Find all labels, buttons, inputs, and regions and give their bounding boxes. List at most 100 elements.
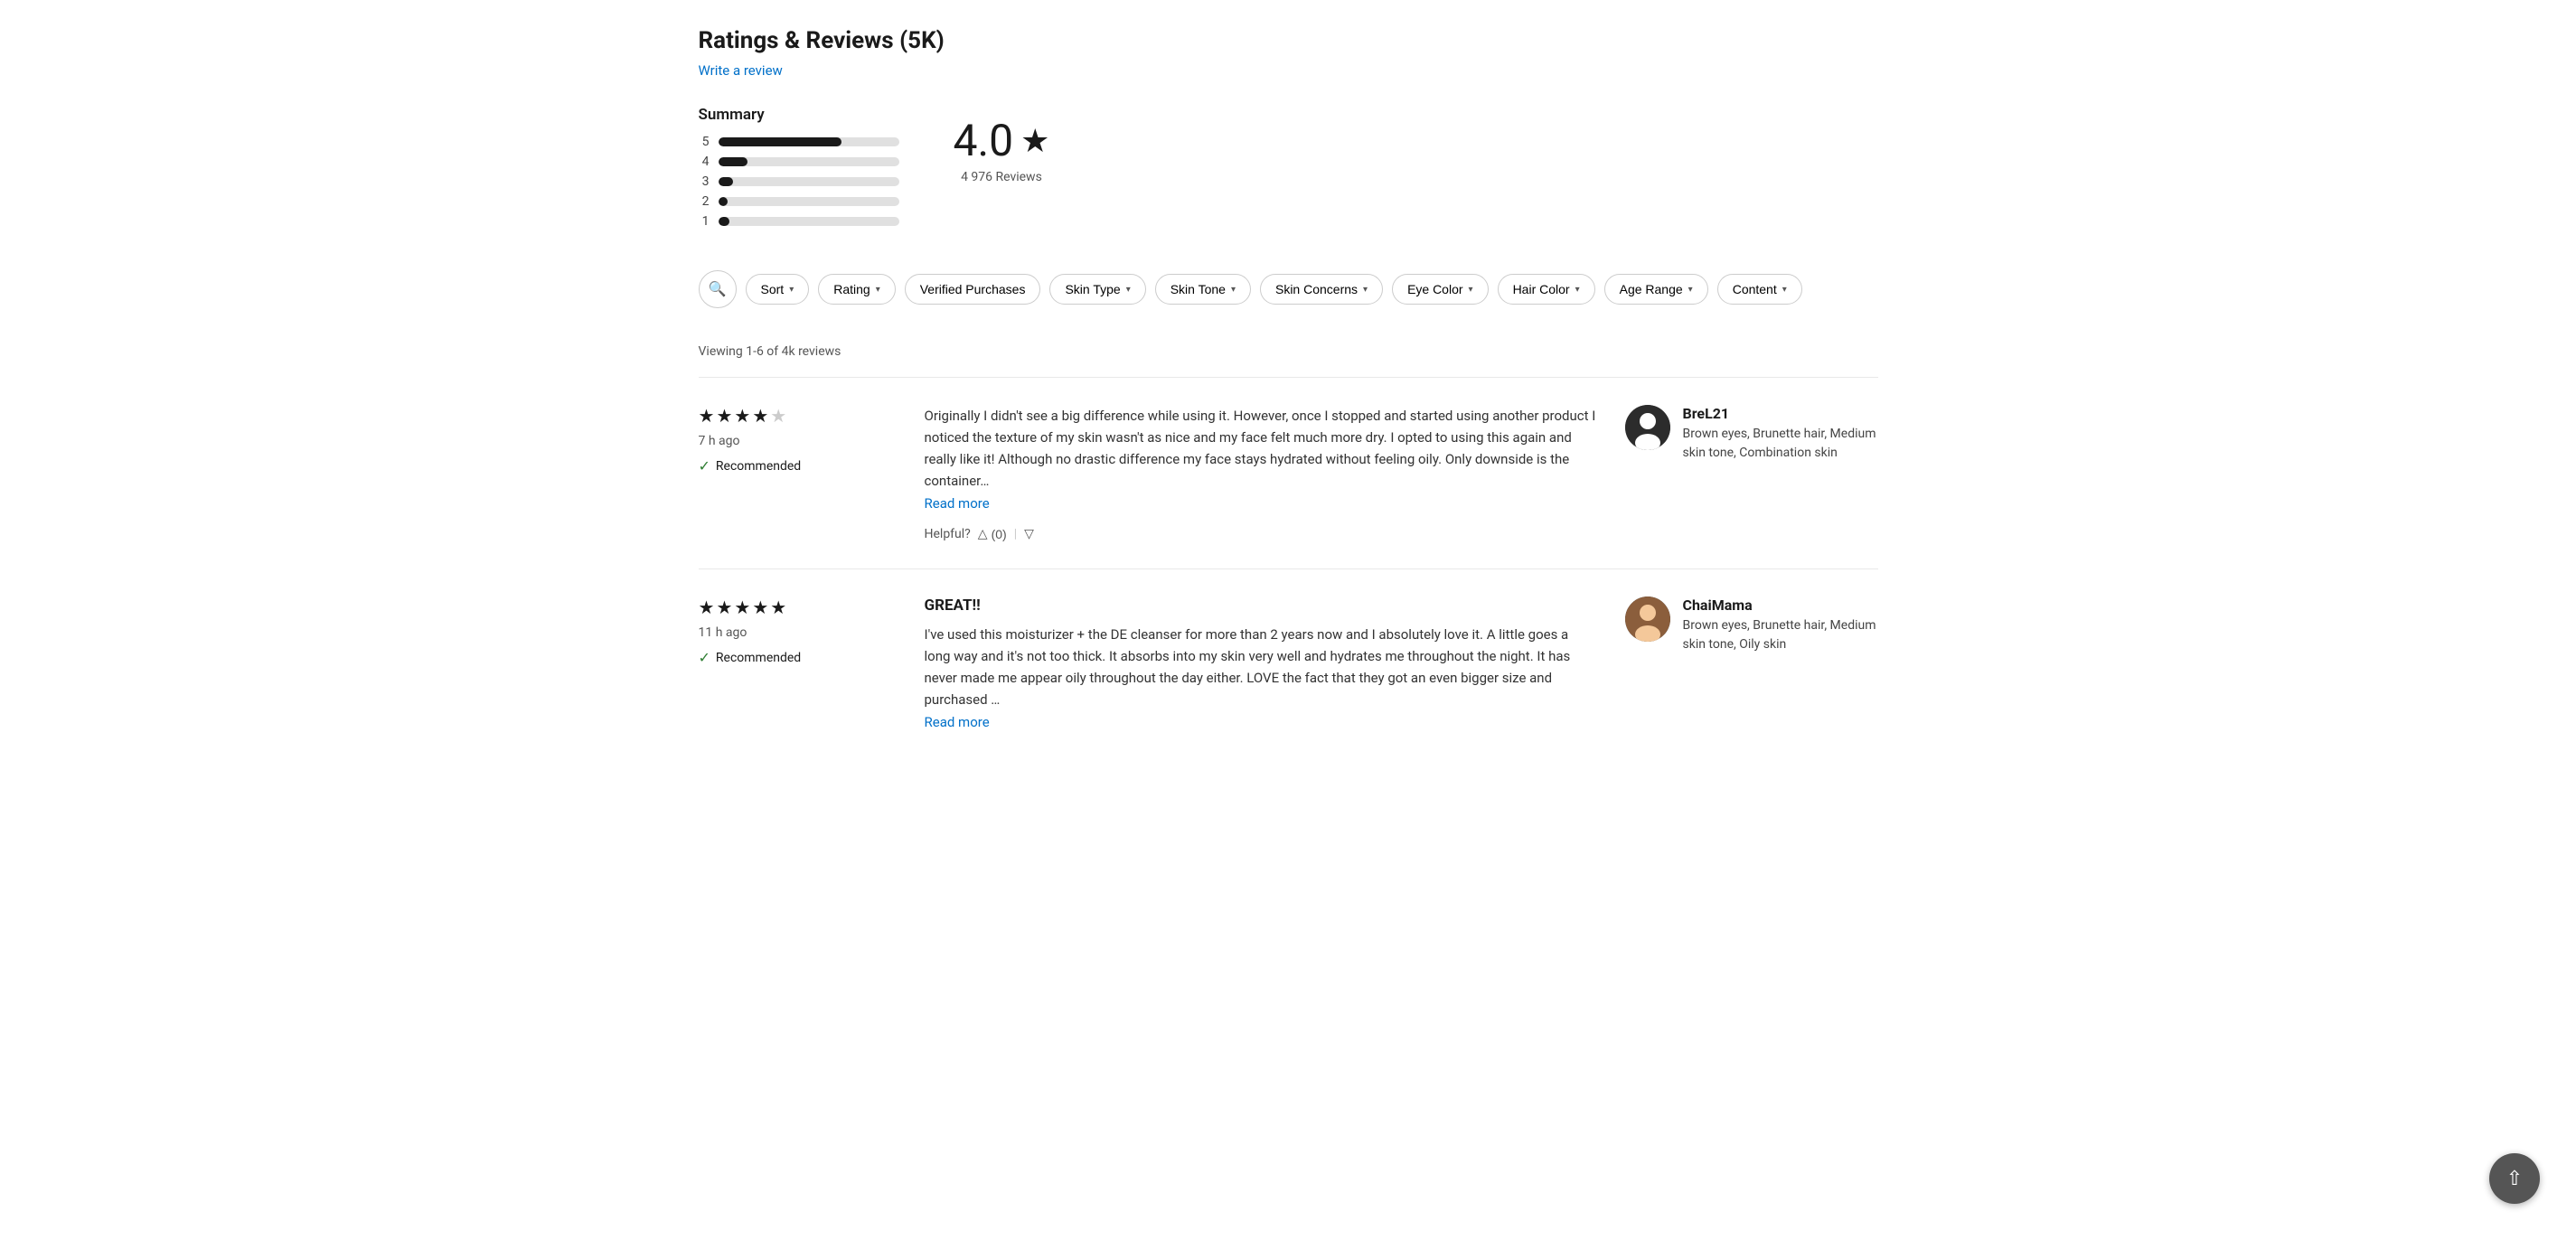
review-body: Originally I didn't see a big difference…: [925, 405, 1598, 541]
review-left: ★★★★★ 11 h ago ✓ Recommended: [699, 597, 898, 730]
chevron-down-icon: ▾: [876, 285, 880, 295]
filter-label-rating: Rating: [833, 282, 870, 296]
search-button[interactable]: 🔍: [699, 270, 737, 308]
search-icon: 🔍: [709, 280, 727, 298]
filter-label-content: Content: [1733, 282, 1777, 296]
review-text: Originally I didn't see a big difference…: [925, 405, 1598, 492]
filters-bar: 🔍 Sort ▾ Rating ▾ Verified Purchases Ski…: [699, 270, 1878, 323]
page-title: Ratings & Reviews (5K): [699, 27, 1878, 54]
filter-label-skin-tone: Skin Tone: [1170, 282, 1226, 296]
thumbs-up-icon: △: [978, 526, 988, 541]
filter-pills: Sort ▾ Rating ▾ Verified Purchases Skin …: [746, 274, 1802, 305]
filter-eye-color[interactable]: Eye Color ▾: [1392, 274, 1489, 305]
bar-fill: [719, 217, 729, 226]
filter-label-hair-color: Hair Color: [1513, 282, 1570, 296]
review-text: I've used this moisturizer + the DE clea…: [925, 624, 1598, 710]
review-count: 4 976 Reviews: [961, 170, 1042, 184]
rating-big: 4.0 ★: [954, 115, 1050, 166]
chevron-down-icon: ▾: [1126, 285, 1131, 295]
reviewer-attrs: Brown eyes, Brunette hair, Medium skin t…: [1683, 616, 1878, 654]
filter-skin-concerns[interactable]: Skin Concerns ▾: [1260, 274, 1383, 305]
rating-summary: 4.0 ★ 4 976 Reviews: [954, 115, 1050, 184]
filter-label-skin-type: Skin Type: [1065, 282, 1120, 296]
rating-star-icon: ★: [1020, 122, 1049, 160]
filter-skin-tone[interactable]: Skin Tone ▾: [1155, 274, 1251, 305]
star-icon: ★: [752, 405, 768, 427]
viewing-count: Viewing 1-6 of 4k reviews: [699, 344, 1878, 359]
reviewer-details: BreL21 Brown eyes, Brunette hair, Medium…: [1683, 405, 1878, 463]
summary-label: Summary: [699, 106, 899, 124]
page-container: Ratings & Reviews (5K) Write a review Su…: [644, 0, 1932, 784]
filter-label-sort: Sort: [761, 282, 785, 296]
filter-sort[interactable]: Sort ▾: [746, 274, 810, 305]
read-more-link[interactable]: Read more: [925, 714, 990, 730]
bar-track: [719, 217, 899, 226]
avatar-svg: [1625, 405, 1670, 450]
bar-number: 1: [699, 214, 710, 229]
chevron-up-icon: ⇧: [2506, 1167, 2523, 1190]
chevron-down-icon: ▾: [1688, 285, 1693, 295]
scroll-top-button[interactable]: ⇧: [2489, 1153, 2540, 1204]
avatar: [1625, 405, 1670, 450]
review-time: 7 h ago: [699, 434, 898, 448]
recommended-badge: ✓ Recommended: [699, 457, 898, 474]
bar-row-5: 5: [699, 135, 899, 149]
filter-content[interactable]: Content ▾: [1717, 274, 1802, 305]
chevron-down-icon: ▾: [789, 285, 794, 295]
reviewer-info: BreL21 Brown eyes, Brunette hair, Medium…: [1625, 405, 1878, 541]
bars-container: 5 4 3 2 1: [699, 135, 899, 234]
star-icon: ★: [734, 405, 750, 427]
review-title: GREAT!!: [925, 597, 1598, 615]
check-icon: ✓: [699, 649, 710, 666]
star-icon: ★: [716, 597, 732, 618]
bar-row-1: 1: [699, 214, 899, 229]
filter-verified[interactable]: Verified Purchases: [905, 274, 1041, 305]
chevron-down-icon: ▾: [1363, 285, 1368, 295]
helpful-count: (0): [992, 527, 1007, 541]
star-icon: ★: [734, 597, 750, 618]
review-item: ★★★★★ 7 h ago ✓ Recommended Originally I…: [699, 377, 1878, 568]
write-review-link[interactable]: Write a review: [699, 62, 783, 79]
reviewer-attrs: Brown eyes, Brunette hair, Medium skin t…: [1683, 425, 1878, 463]
bar-number: 4: [699, 155, 710, 169]
helpful-up-button[interactable]: △ (0): [978, 526, 1007, 541]
filter-hair-color[interactable]: Hair Color ▾: [1498, 274, 1595, 305]
read-more-link[interactable]: Read more: [925, 495, 990, 512]
filter-label-skin-concerns: Skin Concerns: [1275, 282, 1358, 296]
stars-row: ★★★★★: [699, 597, 898, 618]
review-time: 11 h ago: [699, 625, 898, 640]
filter-label-eye-color: Eye Color: [1407, 282, 1462, 296]
star-icon: ★: [699, 597, 715, 618]
helpful-down-button[interactable]: ▽: [1024, 526, 1034, 541]
star-icon: ★: [752, 597, 768, 618]
recommended-badge: ✓ Recommended: [699, 649, 898, 666]
reviewer-info: ChaiMama Brown eyes, Brunette hair, Medi…: [1625, 597, 1878, 730]
bar-row-3: 3: [699, 174, 899, 189]
check-icon: ✓: [699, 457, 710, 474]
stars-row: ★★★★★: [699, 405, 898, 427]
bar-row-4: 4: [699, 155, 899, 169]
reviewer-name: ChaiMama: [1683, 597, 1878, 614]
bar-row-2: 2: [699, 194, 899, 209]
thumbs-down-icon: ▽: [1024, 526, 1034, 541]
bar-fill: [719, 197, 728, 206]
reviewer-details: ChaiMama Brown eyes, Brunette hair, Medi…: [1683, 597, 1878, 654]
reviewer-name: BreL21: [1683, 405, 1878, 422]
bar-track: [719, 197, 899, 206]
star-icon: ★: [770, 405, 786, 427]
bar-track: [719, 157, 899, 166]
recommended-label: Recommended: [716, 459, 801, 474]
filter-rating[interactable]: Rating ▾: [818, 274, 896, 305]
bar-number: 5: [699, 135, 710, 149]
filter-age-range[interactable]: Age Range ▾: [1604, 274, 1708, 305]
summary-section: Summary 5 4 3 2 1 4.0 ★ 4 9: [699, 106, 1878, 234]
star-icon: ★: [716, 405, 732, 427]
avatar: [1625, 597, 1670, 642]
recommended-label: Recommended: [716, 651, 801, 665]
bar-fill: [719, 157, 747, 166]
filter-skin-type[interactable]: Skin Type ▾: [1049, 274, 1145, 305]
helpful-label: Helpful?: [925, 527, 971, 541]
filter-label-verified: Verified Purchases: [920, 282, 1026, 296]
bar-track: [719, 177, 899, 186]
review-left: ★★★★★ 7 h ago ✓ Recommended: [699, 405, 898, 541]
